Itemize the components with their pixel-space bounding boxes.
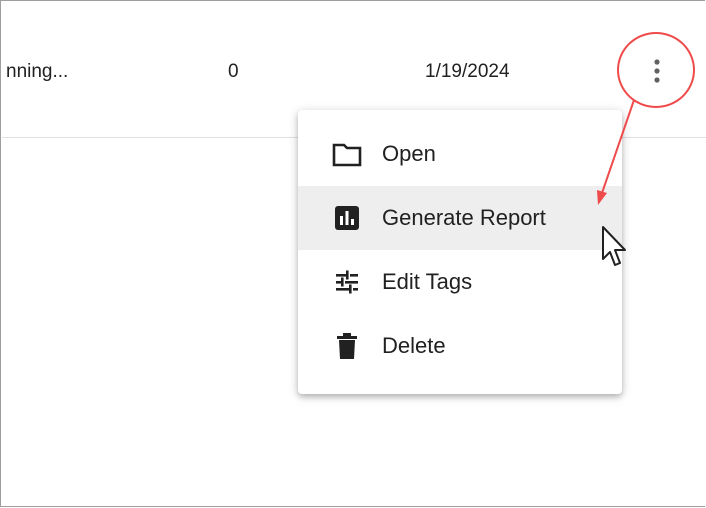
menu-item-label: Open xyxy=(382,141,436,166)
report-chart-icon xyxy=(332,203,362,233)
menu-item-label: Edit Tags xyxy=(382,269,473,294)
menu-item-generate-report[interactable]: Generate Report xyxy=(298,186,622,250)
count-cell: 0 xyxy=(228,61,239,82)
status-cell: nning... xyxy=(6,61,69,82)
context-menu: Open Generate Report Edit Tags Delete xyxy=(298,110,622,394)
menu-item-label: Generate Report xyxy=(382,205,546,230)
more-vertical-icon xyxy=(654,59,660,83)
tune-sliders-icon xyxy=(332,267,362,297)
menu-item-label: Delete xyxy=(382,333,446,358)
trash-icon xyxy=(332,331,362,361)
menu-item-open[interactable]: Open xyxy=(298,122,622,186)
row-actions-button[interactable] xyxy=(639,53,675,89)
folder-icon xyxy=(332,139,362,169)
menu-item-delete[interactable]: Delete xyxy=(298,314,622,378)
date-cell: 1/19/2024 xyxy=(425,61,510,82)
menu-item-edit-tags[interactable]: Edit Tags xyxy=(298,250,622,314)
